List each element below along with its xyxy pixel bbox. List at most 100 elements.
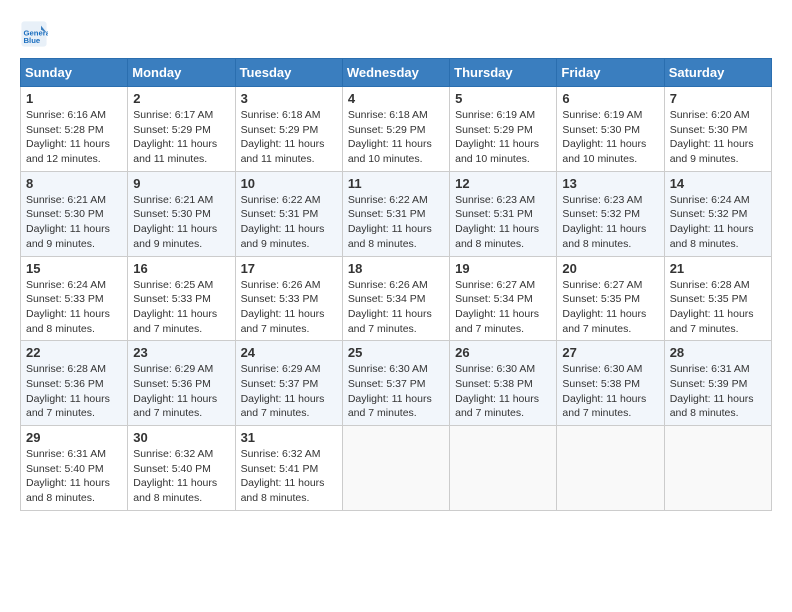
col-header-tuesday: Tuesday <box>235 59 342 87</box>
sunset-label: Sunset: 5:35 PM <box>670 293 748 305</box>
cell-content: Sunrise: 6:29 AMSunset: 5:37 PMDaylight:… <box>241 362 337 421</box>
sunset-label: Sunset: 5:31 PM <box>348 208 426 220</box>
sunrise-label: Sunrise: 6:18 AM <box>241 109 321 121</box>
day-number: 26 <box>455 345 551 360</box>
daylight-label: Daylight: 11 hours <box>455 393 539 405</box>
sunset-label: Sunset: 5:38 PM <box>562 378 640 390</box>
cell-content: Sunrise: 6:23 AMSunset: 5:31 PMDaylight:… <box>455 193 551 252</box>
daylight-label: Daylight: 11 hours <box>241 223 325 235</box>
calendar-cell: 27Sunrise: 6:30 AMSunset: 5:38 PMDayligh… <box>557 341 664 426</box>
daylight-minutes: and 8 minutes. <box>348 238 417 250</box>
day-number: 14 <box>670 176 766 191</box>
daylight-label: Daylight: 11 hours <box>26 477 110 489</box>
daylight-minutes: and 7 minutes. <box>670 323 739 335</box>
sunset-label: Sunset: 5:29 PM <box>348 124 426 136</box>
sunset-label: Sunset: 5:34 PM <box>348 293 426 305</box>
day-number: 6 <box>562 91 658 106</box>
sunrise-label: Sunrise: 6:29 AM <box>241 363 321 375</box>
sunrise-label: Sunrise: 6:26 AM <box>348 279 428 291</box>
cell-content: Sunrise: 6:32 AMSunset: 5:40 PMDaylight:… <box>133 447 229 506</box>
sunset-label: Sunset: 5:30 PM <box>133 208 211 220</box>
daylight-minutes: and 10 minutes. <box>455 153 530 165</box>
day-number: 27 <box>562 345 658 360</box>
calendar-cell: 9Sunrise: 6:21 AMSunset: 5:30 PMDaylight… <box>128 171 235 256</box>
cell-content: Sunrise: 6:25 AMSunset: 5:33 PMDaylight:… <box>133 278 229 337</box>
day-number: 22 <box>26 345 122 360</box>
calendar-cell: 5Sunrise: 6:19 AMSunset: 5:29 PMDaylight… <box>450 87 557 172</box>
cell-content: Sunrise: 6:21 AMSunset: 5:30 PMDaylight:… <box>133 193 229 252</box>
calendar-cell <box>664 426 771 511</box>
day-number: 24 <box>241 345 337 360</box>
day-number: 30 <box>133 430 229 445</box>
sunset-label: Sunset: 5:37 PM <box>348 378 426 390</box>
daylight-label: Daylight: 11 hours <box>455 223 539 235</box>
daylight-minutes: and 8 minutes. <box>562 238 631 250</box>
sunrise-label: Sunrise: 6:16 AM <box>26 109 106 121</box>
daylight-minutes: and 9 minutes. <box>26 238 95 250</box>
cell-content: Sunrise: 6:30 AM Sunset: 5:38 PM Daylight:… <box>455 362 551 421</box>
daylight-minutes: and 8 minutes. <box>455 238 524 250</box>
sunset-label: Sunset: 5:30 PM <box>562 124 640 136</box>
sunrise-label: Sunrise: 6:31 AM <box>670 363 750 375</box>
day-number: 29 <box>26 430 122 445</box>
calendar-cell: 20Sunrise: 6:27 AMSunset: 5:35 PMDayligh… <box>557 256 664 341</box>
day-number: 11 <box>348 176 444 191</box>
daylight-label: Daylight: 11 hours <box>562 223 646 235</box>
sunrise-label: Sunrise: 6:19 AM <box>455 109 535 121</box>
calendar-cell: 17Sunrise: 6:26 AMSunset: 5:33 PMDayligh… <box>235 256 342 341</box>
calendar-cell: 10Sunrise: 6:22 AMSunset: 5:31 PMDayligh… <box>235 171 342 256</box>
day-number: 10 <box>241 176 337 191</box>
col-header-saturday: Saturday <box>664 59 771 87</box>
daylight-label: Daylight: 11 hours <box>348 223 432 235</box>
sunset-label: Sunset: 5:38 PM <box>455 378 533 390</box>
day-number: 3 <box>241 91 337 106</box>
daylight-minutes: and 9 minutes. <box>133 238 202 250</box>
sunrise-label: Sunrise: 6:24 AM <box>670 194 750 206</box>
sunset-label: Sunset: 5:40 PM <box>133 463 211 475</box>
sunrise-label: Sunrise: 6:30 AM <box>562 363 642 375</box>
cell-content: Sunrise: 6:21 AMSunset: 5:30 PMDaylight:… <box>26 193 122 252</box>
sunset-label: Sunset: 5:29 PM <box>241 124 319 136</box>
daylight-minutes: and 8 minutes. <box>241 492 310 504</box>
day-number: 31 <box>241 430 337 445</box>
calendar-cell: 3Sunrise: 6:18 AMSunset: 5:29 PMDaylight… <box>235 87 342 172</box>
sunset-label: Sunset: 5:32 PM <box>562 208 640 220</box>
page-header: General Blue <box>20 20 772 48</box>
daylight-label: Daylight: 11 hours <box>133 308 217 320</box>
cell-content: Sunrise: 6:30 AMSunset: 5:38 PMDaylight:… <box>562 362 658 421</box>
cell-content: Sunrise: 6:28 AMSunset: 5:35 PMDaylight:… <box>670 278 766 337</box>
sunrise-label: Sunrise: 6:20 AM <box>670 109 750 121</box>
daylight-minutes: and 7 minutes. <box>562 323 631 335</box>
svg-text:Blue: Blue <box>24 36 41 45</box>
calendar-cell: 7Sunrise: 6:20 AMSunset: 5:30 PMDaylight… <box>664 87 771 172</box>
calendar-cell: 11Sunrise: 6:22 AMSunset: 5:31 PMDayligh… <box>342 171 449 256</box>
sunrise-label: Sunrise: 6:30 AM <box>455 363 535 375</box>
cell-content: Sunrise: 6:31 AMSunset: 5:40 PMDaylight:… <box>26 447 122 506</box>
calendar-cell: 16Sunrise: 6:25 AMSunset: 5:33 PMDayligh… <box>128 256 235 341</box>
calendar-cell: 23Sunrise: 6:29 AMSunset: 5:36 PMDayligh… <box>128 341 235 426</box>
col-header-thursday: Thursday <box>450 59 557 87</box>
daylight-minutes: and 12 minutes. <box>26 153 101 165</box>
sunset-label: Sunset: 5:28 PM <box>26 124 104 136</box>
day-number: 17 <box>241 261 337 276</box>
daylight-label: Daylight: 11 hours <box>241 477 325 489</box>
cell-content: Sunrise: 6:23 AMSunset: 5:32 PMDaylight:… <box>562 193 658 252</box>
cell-content: Sunrise: 6:24 AMSunset: 5:32 PMDaylight:… <box>670 193 766 252</box>
sunset-label: Sunset: 5:36 PM <box>133 378 211 390</box>
sunrise-label: Sunrise: 6:18 AM <box>348 109 428 121</box>
calendar-cell: 4Sunrise: 6:18 AMSunset: 5:29 PMDaylight… <box>342 87 449 172</box>
daylight-label: Daylight: 11 hours <box>670 308 754 320</box>
daylight-minutes: and 7 minutes. <box>26 407 95 419</box>
col-header-monday: Monday <box>128 59 235 87</box>
daylight-label: Daylight: 11 hours <box>26 393 110 405</box>
sunrise-label: Sunrise: 6:23 AM <box>455 194 535 206</box>
sunset-label: Sunset: 5:37 PM <box>241 378 319 390</box>
daylight-minutes: and 9 minutes. <box>670 153 739 165</box>
day-number: 12 <box>455 176 551 191</box>
daylight-minutes: and 10 minutes. <box>562 153 637 165</box>
daylight-minutes: and 8 minutes. <box>670 238 739 250</box>
calendar-cell: 2Sunrise: 6:17 AMSunset: 5:29 PMDaylight… <box>128 87 235 172</box>
daylight-minutes: and 9 minutes. <box>241 238 310 250</box>
calendar-cell: 24Sunrise: 6:29 AMSunset: 5:37 PMDayligh… <box>235 341 342 426</box>
sunset-label: Sunset: 5:29 PM <box>133 124 211 136</box>
